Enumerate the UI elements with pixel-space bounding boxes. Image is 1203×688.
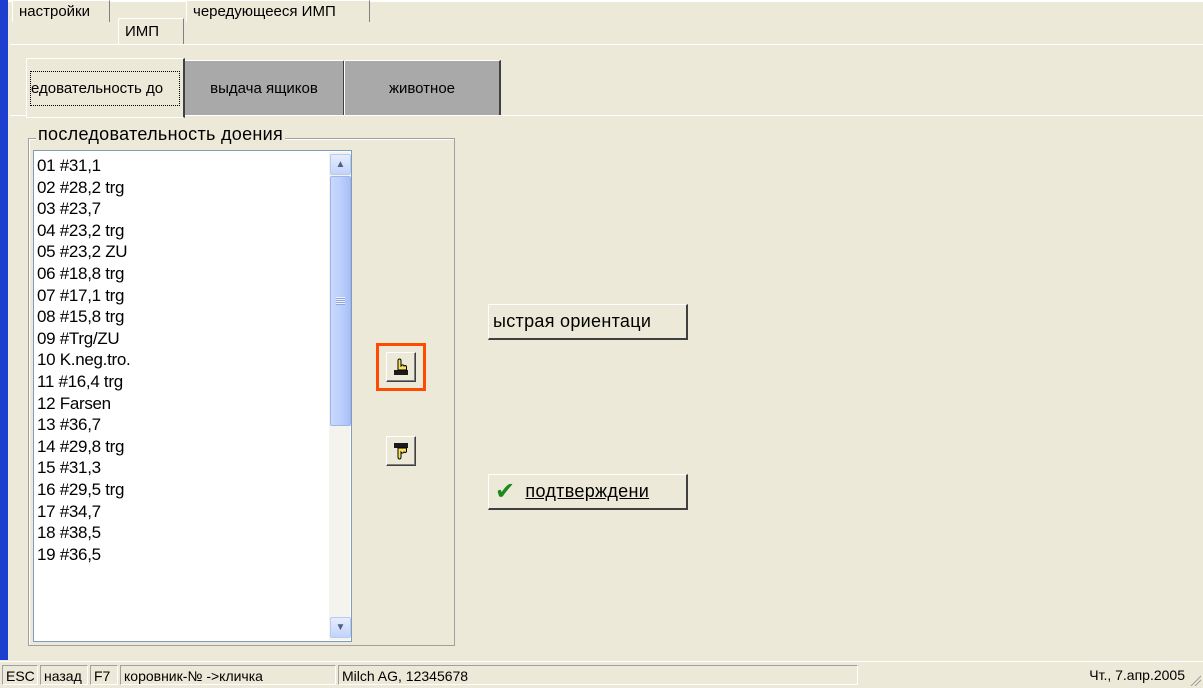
- checkmark-icon: ✔: [495, 478, 516, 505]
- tab-box-output[interactable]: выдача ящиков: [184, 60, 345, 116]
- list-item[interactable]: 05 #23,2 ZU: [37, 241, 327, 263]
- move-up-button[interactable]: [386, 352, 416, 382]
- status-company: Milch AG, 12345678: [338, 665, 858, 685]
- list-item[interactable]: 02 #28,2 trg: [37, 177, 327, 199]
- list-item[interactable]: 10 K.neg.tro.: [37, 349, 327, 371]
- list-item[interactable]: 09 #Trg/ZU: [37, 328, 327, 350]
- confirm-label: подтверждени: [525, 481, 650, 501]
- milking-order-listbox[interactable]: 01 #31,1 02 #28,2 trg 03 #23,7 04 #23,2 trg…: [33, 150, 352, 642]
- list-item[interactable]: 06 #18,8 trg: [37, 263, 327, 285]
- hand-down-icon: [394, 443, 408, 460]
- status-date: Чт., 7.апр.2005: [1089, 667, 1185, 683]
- list-item[interactable]: 08 #15,8 trg: [37, 306, 327, 328]
- list-item[interactable]: 03 #23,7: [37, 198, 327, 220]
- list-item[interactable]: 19 #36,5: [37, 544, 327, 566]
- list-item[interactable]: 12 Farsen: [37, 393, 327, 415]
- tab-box-output-label: выдача ящиков: [210, 79, 318, 97]
- list-item[interactable]: 14 #29,8 trg: [37, 436, 327, 458]
- list-item[interactable]: 16 #29,5 trg: [37, 479, 327, 501]
- list-item[interactable]: 11 #16,4 trg: [37, 371, 327, 393]
- tab-alternating-imp-label: чередующееся ИМП: [193, 3, 336, 20]
- milking-order-group-title: последовательность доения: [36, 124, 286, 145]
- list-scrollbar[interactable]: ▲ ▼: [329, 152, 351, 640]
- status-esc: ESC: [2, 665, 38, 685]
- quick-orientation-button[interactable]: ыстрая ориентаци: [488, 304, 688, 340]
- chevron-up-icon: ▲: [335, 159, 346, 170]
- status-f7: F7: [90, 665, 118, 685]
- list-item[interactable]: 07 #17,1 trg: [37, 285, 327, 307]
- scroll-down-button[interactable]: ▼: [330, 617, 351, 638]
- tab-settings-label: настройки: [19, 3, 91, 20]
- status-bar: ESC назад F7 коровник-№ ->кличка Milch A…: [0, 661, 1203, 688]
- list-item[interactable]: 15 #31,3: [37, 457, 327, 479]
- quick-orientation-label: ыстрая ориентаци: [493, 311, 652, 331]
- window-left-border: [0, 0, 8, 660]
- scrollbar-grip: [336, 297, 345, 305]
- status-cowshed-hint: коровник-№ ->кличка: [120, 665, 336, 685]
- tab-strip-border: [10, 44, 1203, 45]
- tab-alternating-imp[interactable]: чередующееся ИМП: [186, 0, 370, 22]
- scrollbar-thumb[interactable]: [330, 176, 351, 426]
- tab-animal[interactable]: животное: [344, 60, 501, 116]
- confirm-button[interactable]: ✔ подтверждени: [488, 474, 688, 510]
- scroll-up-button[interactable]: ▲: [330, 154, 351, 175]
- list-item[interactable]: 04 #23,2 trg: [37, 220, 327, 242]
- milking-order-items: 01 #31,1 02 #28,2 trg 03 #23,7 04 #23,2 trg…: [37, 155, 327, 565]
- tab-milking-order-label: едовательность до: [30, 70, 180, 106]
- status-back: назад: [40, 665, 88, 685]
- chevron-down-icon: ▼: [335, 622, 346, 633]
- list-item[interactable]: 17 #34,7: [37, 501, 327, 523]
- subtab-strip-border: [10, 115, 1203, 116]
- tab-animal-label: животное: [388, 79, 456, 97]
- move-down-button[interactable]: [386, 436, 416, 466]
- tab-imp-label: ИМП: [125, 23, 160, 40]
- tab-settings[interactable]: настройки: [12, 0, 110, 22]
- hand-up-icon: [394, 358, 408, 375]
- list-item[interactable]: 01 #31,1: [37, 155, 327, 177]
- tab-imp[interactable]: ИМП: [118, 18, 184, 44]
- tab-milking-order[interactable]: едовательность до: [26, 58, 185, 118]
- list-item[interactable]: 13 #36,7: [37, 414, 327, 436]
- list-item[interactable]: 18 #38,5: [37, 522, 327, 544]
- resize-grip[interactable]: [1189, 674, 1201, 686]
